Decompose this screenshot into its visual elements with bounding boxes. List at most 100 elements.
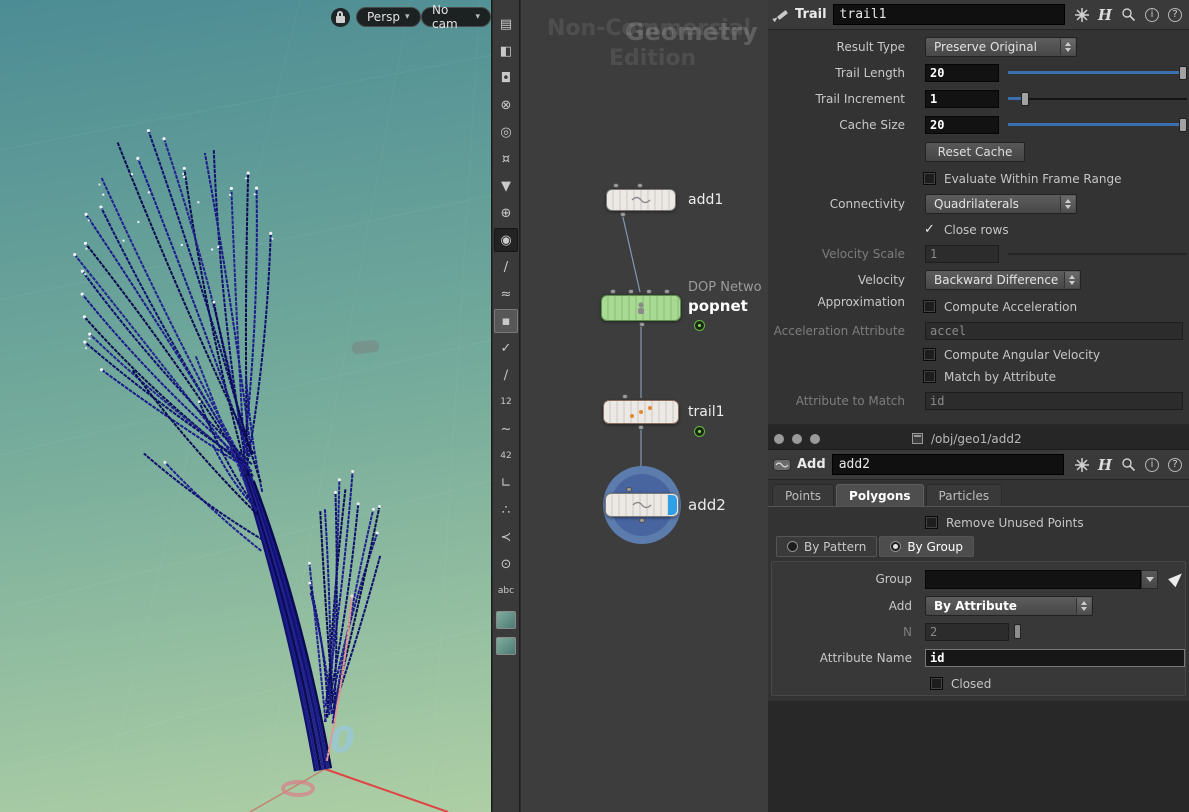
pane-control-dot[interactable] bbox=[774, 434, 784, 444]
point-numbers-icon[interactable]: 12 bbox=[494, 390, 518, 414]
pen-icon[interactable]: ∕ bbox=[494, 363, 518, 387]
reset-cache-button[interactable]: Reset Cache bbox=[925, 142, 1025, 162]
trail-length-input[interactable] bbox=[925, 64, 999, 82]
node-popnet-type-hint: DOP Netwo bbox=[688, 280, 762, 295]
normals-icon[interactable]: ≺ bbox=[494, 525, 518, 549]
close-rows-checkbox[interactable]: ✓ bbox=[924, 219, 935, 241]
shaded-mode-icon[interactable]: ⊙ bbox=[494, 552, 518, 576]
cache-size-input[interactable] bbox=[925, 116, 999, 134]
input-connector[interactable] bbox=[628, 289, 634, 294]
evaluate-frame-range-checkbox[interactable] bbox=[923, 172, 936, 185]
input-connector[interactable] bbox=[626, 487, 632, 492]
viewport-3d[interactable]: 0 Persp ▾ No cam ▾ bbox=[0, 0, 492, 812]
display-flag[interactable] bbox=[668, 495, 677, 515]
projection-selector[interactable]: Persp ▾ bbox=[356, 7, 421, 27]
remove-unused-points-label: Remove Unused Points bbox=[946, 512, 1084, 534]
hscript-icon[interactable]: H bbox=[1098, 456, 1112, 474]
trail-increment-slider[interactable] bbox=[1008, 88, 1187, 110]
pane-tabs-icon[interactable]: ▤ bbox=[494, 12, 518, 36]
world-space-icon[interactable]: ⊕ bbox=[494, 201, 518, 225]
input-connector[interactable] bbox=[613, 183, 619, 188]
visibility-icon[interactable]: ▪ bbox=[494, 309, 518, 333]
node-add1[interactable] bbox=[606, 189, 676, 211]
select-group-arrow-button[interactable] bbox=[1168, 570, 1186, 588]
help-icon[interactable]: ? bbox=[1168, 8, 1182, 22]
chevron-down-icon: ▾ bbox=[475, 12, 480, 22]
prim-numbers-icon[interactable]: 42 bbox=[494, 444, 518, 468]
match-by-attribute-checkbox[interactable] bbox=[923, 370, 936, 383]
pane-control-dot[interactable] bbox=[810, 434, 820, 444]
trail-increment-input[interactable] bbox=[925, 90, 999, 108]
acceleration-attribute-input[interactable] bbox=[925, 322, 1183, 340]
gear-icon[interactable] bbox=[1075, 8, 1089, 22]
velocity-scale-input[interactable] bbox=[925, 245, 999, 263]
output-connector[interactable] bbox=[639, 518, 645, 523]
view-tool-icon[interactable]: ◎ bbox=[494, 120, 518, 144]
info-icon[interactable]: i bbox=[1145, 8, 1159, 22]
network-editor[interactable]: Non-Commercial Edition Geometry add1 DOP… bbox=[521, 0, 768, 812]
group-dropdown-button[interactable] bbox=[1141, 570, 1158, 589]
pane-window-icon bbox=[912, 433, 923, 444]
input-connector[interactable] bbox=[622, 394, 628, 399]
by-pattern-toggle[interactable]: By Pattern bbox=[776, 536, 877, 557]
camera-selector[interactable]: No cam ▾ bbox=[421, 7, 491, 27]
node-add2[interactable] bbox=[605, 493, 679, 517]
attribute-to-match-input[interactable] bbox=[925, 392, 1183, 410]
text-overlay-icon[interactable]: abc bbox=[494, 579, 518, 603]
background-image-icon[interactable] bbox=[496, 637, 516, 655]
by-group-toggle[interactable]: By Group bbox=[879, 536, 974, 557]
brush-icon[interactable]: ≈ bbox=[494, 282, 518, 306]
node-name-input[interactable] bbox=[832, 454, 1064, 475]
search-icon[interactable] bbox=[1121, 457, 1136, 472]
input-connector[interactable] bbox=[610, 289, 616, 294]
search-icon[interactable] bbox=[1121, 7, 1136, 22]
n-input[interactable] bbox=[925, 623, 1009, 641]
measure-icon[interactable]: ∟ bbox=[494, 471, 518, 495]
hscript-icon[interactable]: H bbox=[1098, 6, 1112, 24]
info-icon[interactable]: i bbox=[1145, 458, 1159, 472]
wave-display-icon[interactable]: ~ bbox=[494, 417, 518, 441]
output-connector[interactable] bbox=[638, 425, 644, 430]
input-connector[interactable] bbox=[664, 289, 670, 294]
select-visible-icon[interactable]: ✓ bbox=[494, 336, 518, 360]
output-connector[interactable] bbox=[620, 212, 626, 217]
gear-icon[interactable] bbox=[1075, 458, 1089, 472]
pane-control-dot[interactable] bbox=[792, 434, 802, 444]
clear-selection-icon[interactable]: ⊗ bbox=[494, 93, 518, 117]
velocity-approximation-dropdown[interactable]: Backward Difference bbox=[925, 270, 1081, 290]
points-display-icon[interactable]: ∴ bbox=[494, 498, 518, 522]
lasso-icon[interactable]: / bbox=[494, 255, 518, 279]
result-type-dropdown[interactable]: Preserve Original bbox=[925, 37, 1077, 57]
attribute-name-input[interactable] bbox=[925, 649, 1185, 667]
pin-icon[interactable]: ▼ bbox=[494, 174, 518, 198]
lighting-icon[interactable]: ¤ bbox=[494, 147, 518, 171]
input-connector[interactable] bbox=[637, 183, 643, 188]
input-connector[interactable] bbox=[646, 289, 652, 294]
lock-selection-icon[interactable]: ◘ bbox=[494, 66, 518, 90]
remove-unused-points-checkbox[interactable] bbox=[925, 516, 938, 529]
node-trail1[interactable] bbox=[603, 400, 679, 424]
image-plane-icon[interactable] bbox=[496, 611, 516, 629]
node-popnet[interactable] bbox=[601, 295, 681, 321]
particle-trails-canvas bbox=[0, 0, 492, 812]
select-mode-icon[interactable]: ◧ bbox=[494, 39, 518, 63]
velocity-scale-label: Velocity Scale bbox=[768, 243, 905, 265]
compute-acceleration-checkbox[interactable] bbox=[923, 300, 936, 313]
tab-particles[interactable]: Particles bbox=[926, 484, 1003, 506]
output-connector[interactable] bbox=[639, 322, 645, 327]
connectivity-dropdown[interactable]: Quadrilaterals bbox=[925, 194, 1077, 214]
compute-angular-velocity-checkbox[interactable] bbox=[923, 348, 936, 361]
node-name-input[interactable] bbox=[833, 4, 1065, 25]
tab-divider bbox=[768, 506, 1189, 507]
cache-size-slider[interactable] bbox=[1008, 114, 1187, 136]
viewport-lock-button[interactable] bbox=[331, 8, 350, 27]
help-icon[interactable]: ? bbox=[1168, 458, 1182, 472]
group-input[interactable] bbox=[925, 570, 1141, 589]
add-mode-dropdown[interactable]: By Attribute bbox=[925, 596, 1093, 616]
tab-polygons[interactable]: Polygons bbox=[836, 484, 924, 506]
chevron-down-icon bbox=[1146, 577, 1154, 582]
tab-points[interactable]: Points bbox=[772, 484, 834, 506]
trail-length-slider[interactable] bbox=[1008, 62, 1187, 84]
closed-checkbox[interactable] bbox=[930, 677, 943, 690]
pick-tool-icon[interactable]: ◉ bbox=[494, 228, 518, 252]
